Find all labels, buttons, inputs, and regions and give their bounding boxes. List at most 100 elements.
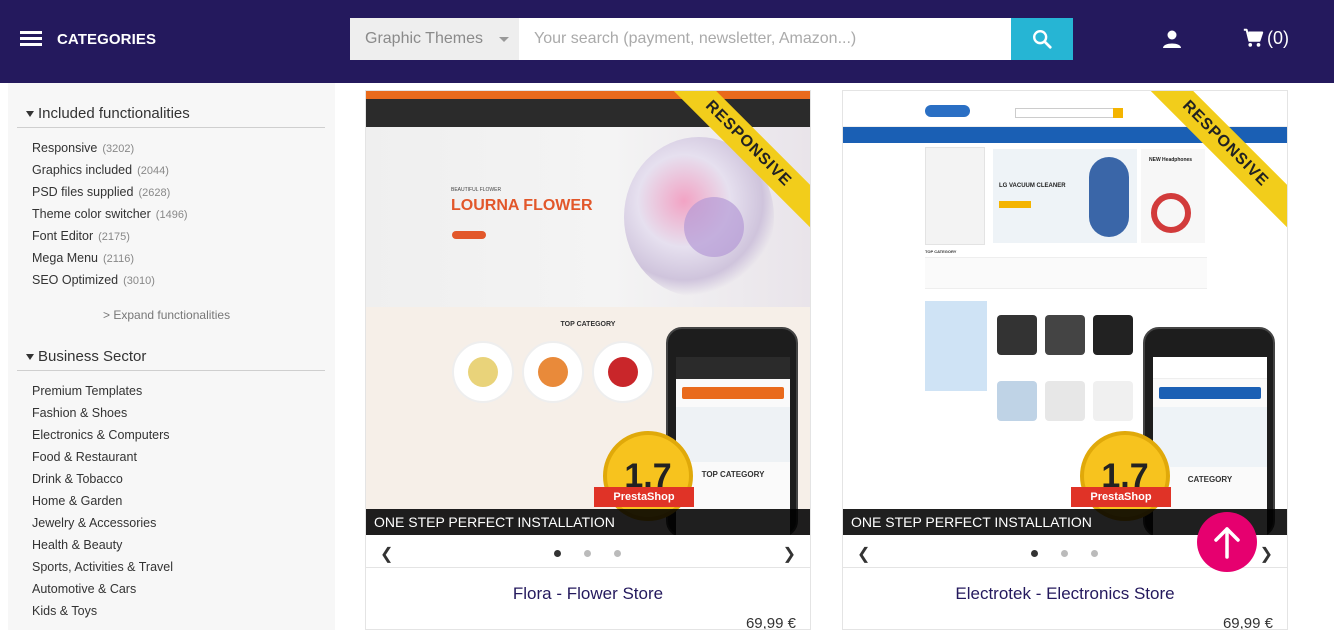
caret-down-icon <box>26 110 34 117</box>
back-to-top-button[interactable] <box>1197 512 1257 572</box>
preview-topbar <box>366 91 810 99</box>
preview-kicker: BEAUTIFUL FLOWER <box>451 187 502 193</box>
sector-item[interactable]: Home & Garden <box>32 490 173 512</box>
filter-graphics-included[interactable]: Graphics included (2044) <box>32 159 188 181</box>
preview-cta <box>452 231 486 239</box>
slider-dot[interactable] <box>614 550 621 557</box>
prestashop-ribbon: PrestaShop <box>1071 487 1171 507</box>
sector-item[interactable]: Fashion & Shoes <box>32 402 173 424</box>
search-type-select[interactable]: Graphic Themes <box>350 18 519 60</box>
top-header: CATEGORIES Graphic Themes (0) <box>0 0 1334 83</box>
bouquet-ribbon <box>684 197 744 257</box>
slider-dot[interactable] <box>1091 550 1098 557</box>
filter-label: Mega Menu <box>32 251 99 265</box>
cart-button[interactable]: (0) <box>1242 27 1289 49</box>
filter-font-editor[interactable]: Font Editor (2175) <box>32 225 188 247</box>
filter-count: (2044) <box>137 165 169 177</box>
filter-responsive[interactable]: Responsive (3202) <box>32 137 188 159</box>
slider-dot[interactable] <box>554 550 561 557</box>
preview-side-banner: NEW Headphones <box>1141 149 1205 243</box>
functionalities-toggle[interactable]: Included functionalities <box>26 105 190 122</box>
preview-headline: LG VACUUM CLEANER <box>999 183 1066 189</box>
sector-item[interactable]: Electronics & Computers <box>32 424 173 446</box>
filter-label: Graphics included <box>32 163 133 177</box>
functionalities-list: Responsive (3202) Graphics included (2044)… <box>32 137 188 291</box>
chevron-left-icon[interactable]: ❮ <box>857 544 870 564</box>
chevron-right-icon[interactable]: ❯ <box>1260 544 1273 564</box>
caret-down-icon <box>26 353 34 360</box>
search-type-value: Graphic Themes <box>365 30 483 47</box>
filter-count: (3010) <box>123 275 155 287</box>
preview-side-menu <box>925 147 985 245</box>
filter-label: Font Editor <box>32 229 94 243</box>
product-title[interactable]: Flora - Flower Store <box>366 584 810 604</box>
chevron-left-icon[interactable]: ❮ <box>380 544 393 564</box>
filter-label: Theme color switcher <box>32 207 151 221</box>
phone-section-title: TOP CATEGORY <box>701 470 765 479</box>
section-divider <box>17 370 325 371</box>
preview-headline: LOURNA FLOWER <box>451 197 593 214</box>
filter-count: (1496) <box>155 209 188 221</box>
slider-dot[interactable] <box>1031 550 1038 557</box>
business-sector-toggle[interactable]: Business Sector <box>26 348 146 365</box>
hamburger-icon <box>20 31 42 47</box>
user-account-icon[interactable] <box>1160 28 1184 50</box>
filter-mega-menu[interactable]: Mega Menu (2116) <box>32 247 188 269</box>
arrow-up-icon <box>1214 527 1240 559</box>
sector-item[interactable]: Health & Beauty <box>32 534 173 556</box>
filter-theme-color-switcher[interactable]: Theme color switcher (1496) <box>32 203 188 225</box>
search-bar: Graphic Themes <box>350 18 1073 60</box>
sector-item[interactable]: Automotive & Cars <box>32 578 173 600</box>
filter-psd-files[interactable]: PSD files supplied (2628) <box>32 181 188 203</box>
category-circle <box>452 341 514 403</box>
prestashop-ribbon: PrestaShop <box>594 487 694 507</box>
image-slider-nav: ❮ ❯ <box>366 536 810 568</box>
slider-dot[interactable] <box>584 550 591 557</box>
sector-item[interactable]: Jewelry & Accessories <box>32 512 173 534</box>
sector-item[interactable]: Drink & Tobacco <box>32 468 173 490</box>
filter-count: (2628) <box>138 187 171 199</box>
product-card[interactable]: BEAUTIFUL FLOWER LOURNA FLOWER TOP CATEG… <box>365 90 811 630</box>
search-icon <box>1033 30 1052 49</box>
filter-seo-optimized[interactable]: SEO Optimized (3010) <box>32 269 188 291</box>
categories-label: CATEGORIES <box>57 30 157 48</box>
filter-label: SEO Optimized <box>32 273 119 287</box>
filter-sidebar: Included functionalities Responsive (3202… <box>8 83 335 630</box>
chevron-right-icon[interactable]: ❯ <box>783 544 796 564</box>
product-price: 69,99 € <box>1222 615 1273 630</box>
product-preview-image[interactable]: BEAUTIFUL FLOWER LOURNA FLOWER TOP CATEG… <box>366 91 810 535</box>
sector-item[interactable]: Kids & Toys <box>32 600 173 622</box>
preview-category-row <box>925 257 1207 289</box>
categories-menu-button[interactable]: CATEGORIES <box>20 28 156 50</box>
search-input[interactable] <box>519 18 1011 60</box>
product-price: 69,99 € <box>745 615 796 630</box>
cart-icon <box>1243 28 1264 47</box>
section-divider <box>17 127 325 128</box>
slider-dot[interactable] <box>1061 550 1068 557</box>
version-badge: 1.7 <box>603 431 693 521</box>
preview-kicker: NEW Headphones <box>1149 157 1193 163</box>
filter-label: PSD files supplied <box>32 185 134 199</box>
sector-item[interactable]: Premium Templates <box>32 380 173 402</box>
phone-section-title: CATEGORY <box>1187 475 1233 484</box>
expand-functionalities-link[interactable]: > Expand functionalities <box>103 308 230 322</box>
product-title[interactable]: Electrotek - Electronics Store <box>843 584 1287 604</box>
category-circle <box>522 341 584 403</box>
business-sector-title: Business Sector <box>38 348 147 365</box>
search-button[interactable] <box>1011 18 1073 60</box>
filter-count: (2175) <box>98 231 130 243</box>
functionalities-title: Included functionalities <box>38 105 190 122</box>
sector-item[interactable]: Food & Restaurant <box>32 446 173 468</box>
cart-count: (0) <box>1267 27 1289 48</box>
category-circle <box>592 341 654 403</box>
install-caption: ONE STEP PERFECT INSTALLATION <box>366 509 810 535</box>
filter-label: Responsive <box>32 141 98 155</box>
filter-count: (3202) <box>102 143 135 155</box>
filter-count: (2116) <box>103 253 134 265</box>
preview-promo <box>925 301 987 391</box>
preview-section-title: TOP CATEGORY <box>925 249 957 254</box>
version-badge: 1.7 <box>1080 431 1170 521</box>
chevron-down-icon <box>499 37 509 42</box>
product-preview-image[interactable]: LG VACUUM CLEANER NEW Headphones TOP CAT… <box>843 91 1287 535</box>
sector-item[interactable]: Sports, Activities & Travel <box>32 556 173 578</box>
